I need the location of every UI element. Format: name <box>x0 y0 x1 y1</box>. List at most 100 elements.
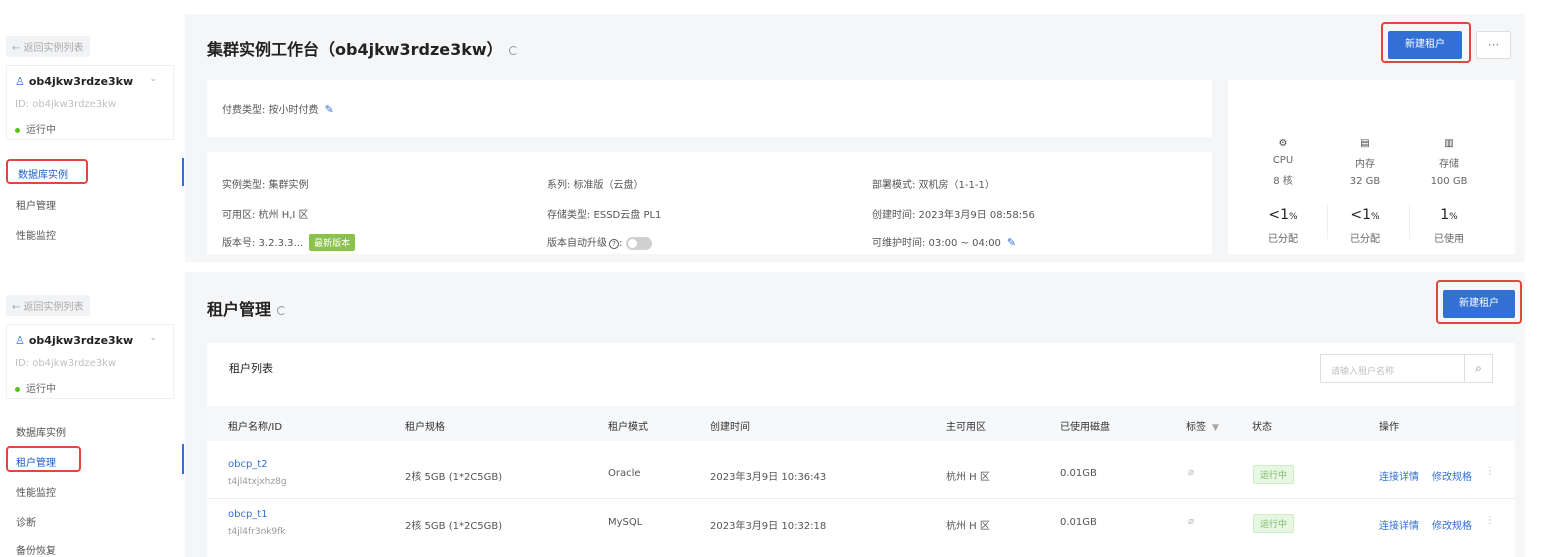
row-divider <box>207 498 1515 499</box>
instance-info-card: 实例类型: 集群实例 可用区: 杭州 H,I 区 版本号: 3.2.3.3...… <box>207 152 1212 254</box>
col-status: 状态 <box>1252 422 1272 433</box>
more-button[interactable]: ··· <box>1476 31 1511 59</box>
divider <box>1409 205 1410 239</box>
tenant-id: t4jl4txjxhz8g <box>228 477 287 487</box>
version: 版本号: 3.2.3.3... 最新版本 <box>222 234 356 251</box>
cluster-icon: ♙ <box>15 75 25 88</box>
table-header <box>207 406 1515 441</box>
chevron-down-icon[interactable]: ⌄ <box>149 333 157 343</box>
instance-status: 运行中 <box>15 121 56 136</box>
tenant-id: t4jl4fr3nk9fk <box>228 527 286 537</box>
instance-type: 实例类型: 集群实例 <box>222 180 309 191</box>
storage-type: 存储类型: ESSD云盘 PL1 <box>547 210 662 221</box>
search-input[interactable]: 请输入租户名称 <box>1331 364 1394 377</box>
sidebar-item-performance-monitor[interactable]: 性能监控 <box>16 484 56 499</box>
used-disk: 0.01GB <box>1060 517 1097 528</box>
back-to-instance-list-link[interactable]: ← 返回实例列表 <box>6 295 90 316</box>
primary-zone: 杭州 H 区 <box>946 472 990 483</box>
active-nav-indicator <box>182 444 184 474</box>
auto-upgrade-toggle[interactable] <box>626 236 653 250</box>
chevron-down-icon[interactable]: ⌄ <box>149 74 157 84</box>
sidebar-item-backup-restore[interactable]: 备份恢复 <box>16 542 56 557</box>
maintenance-window: 可维护时间: 03:00 ~ 04:00 ✎ <box>872 236 1017 249</box>
connection-details-link[interactable]: 连接详情 <box>1379 517 1419 532</box>
memory-usage-pct: <1% <box>1350 207 1380 223</box>
status-badge: 运行中 <box>1253 465 1295 484</box>
billing-card: 付费类型: 按小时付费 ✎ <box>207 80 1212 137</box>
status-dot-icon <box>15 386 20 392</box>
help-icon[interactable]: ? <box>609 239 619 249</box>
more-actions-icon[interactable]: ⋮ <box>1485 515 1495 526</box>
sidebar-item-tenant-management[interactable]: 租户管理 <box>16 197 56 212</box>
instance-name: ♙ ob4jkw3rdze3kw <box>15 75 134 88</box>
tenant-name-link[interactable]: obcp_t1 <box>228 509 268 520</box>
tenant-management-panel: ← 返回实例列表 ♙ ob4jkw3rdze3kw ⌄ ID: ob4jkw3rd… <box>0 266 1545 557</box>
active-nav-indicator <box>182 158 184 186</box>
col-created-time: 创建时间 <box>710 422 750 433</box>
tenant-list-card: 租户列表 请输入租户名称 ⌕ <box>207 343 1515 557</box>
highlight-box <box>6 446 81 472</box>
col-tenant-spec: 租户规格 <box>405 422 445 433</box>
back-to-instance-list-link[interactable]: ← 返回实例列表 <box>6 36 90 57</box>
used-disk: 0.01GB <box>1060 468 1097 479</box>
highlight-box <box>1381 22 1471 63</box>
col-tenant-name: 租户名称/ID <box>228 422 283 433</box>
cpu-usage-pct: <1% <box>1268 207 1298 223</box>
tenant-mode: MySQL <box>608 517 643 528</box>
modify-spec-link[interactable]: 修改规格 <box>1432 468 1472 483</box>
connection-details-link[interactable]: 连接详情 <box>1379 468 1419 483</box>
edit-icon[interactable]: ✎ <box>325 103 334 116</box>
cluster-icon: ♙ <box>15 334 25 347</box>
status-dot-icon <box>15 127 20 133</box>
storage-icon: ▥ <box>1444 138 1454 149</box>
page-title: 租户管理 <box>207 296 287 320</box>
instance-id: ID: ob4jkw3rdze3kw <box>15 99 117 110</box>
availability-zone: 可用区: 杭州 H,I 区 <box>222 210 309 221</box>
tag-icon[interactable]: ⌀ <box>1188 516 1194 527</box>
memory-icon: ▤ <box>1360 138 1370 149</box>
storage-usage-label: 已使用 <box>1434 234 1464 245</box>
instance-selector[interactable]: ♙ ob4jkw3rdze3kw ⌄ ID: ob4jkw3rdze3kw 运行中 <box>6 324 174 399</box>
highlight-box <box>1436 280 1522 324</box>
deploy-mode: 部署模式: 双机房（1-1-1） <box>872 180 995 191</box>
cpu-usage-label: 已分配 <box>1268 234 1298 245</box>
storage-usage-pct: 1% <box>1440 207 1458 223</box>
instance-selector[interactable]: ♙ ob4jkw3rdze3kw ⌄ ID: ob4jkw3rdze3kw 运行中 <box>6 65 174 140</box>
page-title: 集群实例工作台（ob4jkw3rdze3kw） <box>207 36 518 60</box>
created-time: 2023年3月9日 10:32:18 <box>710 521 827 532</box>
sidebar-item-performance-monitor[interactable]: 性能监控 <box>16 227 56 242</box>
tenant-spec: 2核 5GB (1*2C5GB) <box>405 521 503 532</box>
tenant-spec: 2核 5GB (1*2C5GB) <box>405 472 503 483</box>
tenant-mode: Oracle <box>608 468 641 479</box>
resource-memory: ▤ 内存 32 GB <box>1335 138 1395 187</box>
latest-version-badge: 最新版本 <box>309 234 356 251</box>
billing-type: 付费类型: 按小时付费 ✎ <box>222 103 334 116</box>
col-actions: 操作 <box>1379 422 1399 433</box>
refresh-icon[interactable] <box>508 46 518 55</box>
memory-usage-label: 已分配 <box>1350 234 1380 245</box>
edit-icon[interactable]: ✎ <box>1007 236 1016 249</box>
tenant-list-title: 租户列表 <box>229 362 273 375</box>
refresh-icon[interactable] <box>277 306 287 315</box>
created-time: 创建时间: 2023年3月9日 08:58:56 <box>872 210 1035 221</box>
cluster-workbench-panel: ← 返回实例列表 ♙ ob4jkw3rdze3kw ⌄ ID: ob4jkw3rd… <box>0 0 1545 262</box>
resource-cpu: ⚙ CPU 8 核 <box>1253 138 1313 187</box>
instance-name: ♙ ob4jkw3rdze3kw <box>15 334 134 347</box>
auto-upgrade: 版本自动升级?: <box>547 234 653 250</box>
sidebar-item-diagnosis[interactable]: 诊断 <box>16 514 36 529</box>
sidebar: ← 返回实例列表 ♙ ob4jkw3rdze3kw ⌄ ID: ob4jkw3rd… <box>0 0 185 262</box>
col-tags[interactable]: 标签 ▼ <box>1186 418 1219 433</box>
filter-icon[interactable]: ▼ <box>1212 423 1219 433</box>
resource-storage: ▥ 存储 100 GB <box>1419 138 1479 187</box>
search-icon[interactable]: ⌕ <box>1464 355 1492 382</box>
tag-icon[interactable]: ⌀ <box>1188 467 1194 478</box>
modify-spec-link[interactable]: 修改规格 <box>1432 517 1472 532</box>
col-tenant-mode: 租户模式 <box>608 422 648 433</box>
more-actions-icon[interactable]: ⋮ <box>1485 466 1495 477</box>
primary-zone: 杭州 H 区 <box>946 521 990 532</box>
tenant-name-link[interactable]: obcp_t2 <box>228 459 268 470</box>
created-time: 2023年3月9日 10:36:43 <box>710 472 827 483</box>
col-primary-zone: 主可用区 <box>946 422 986 433</box>
sidebar-item-database-instance[interactable]: 数据库实例 <box>16 424 66 439</box>
instance-status: 运行中 <box>15 380 56 395</box>
